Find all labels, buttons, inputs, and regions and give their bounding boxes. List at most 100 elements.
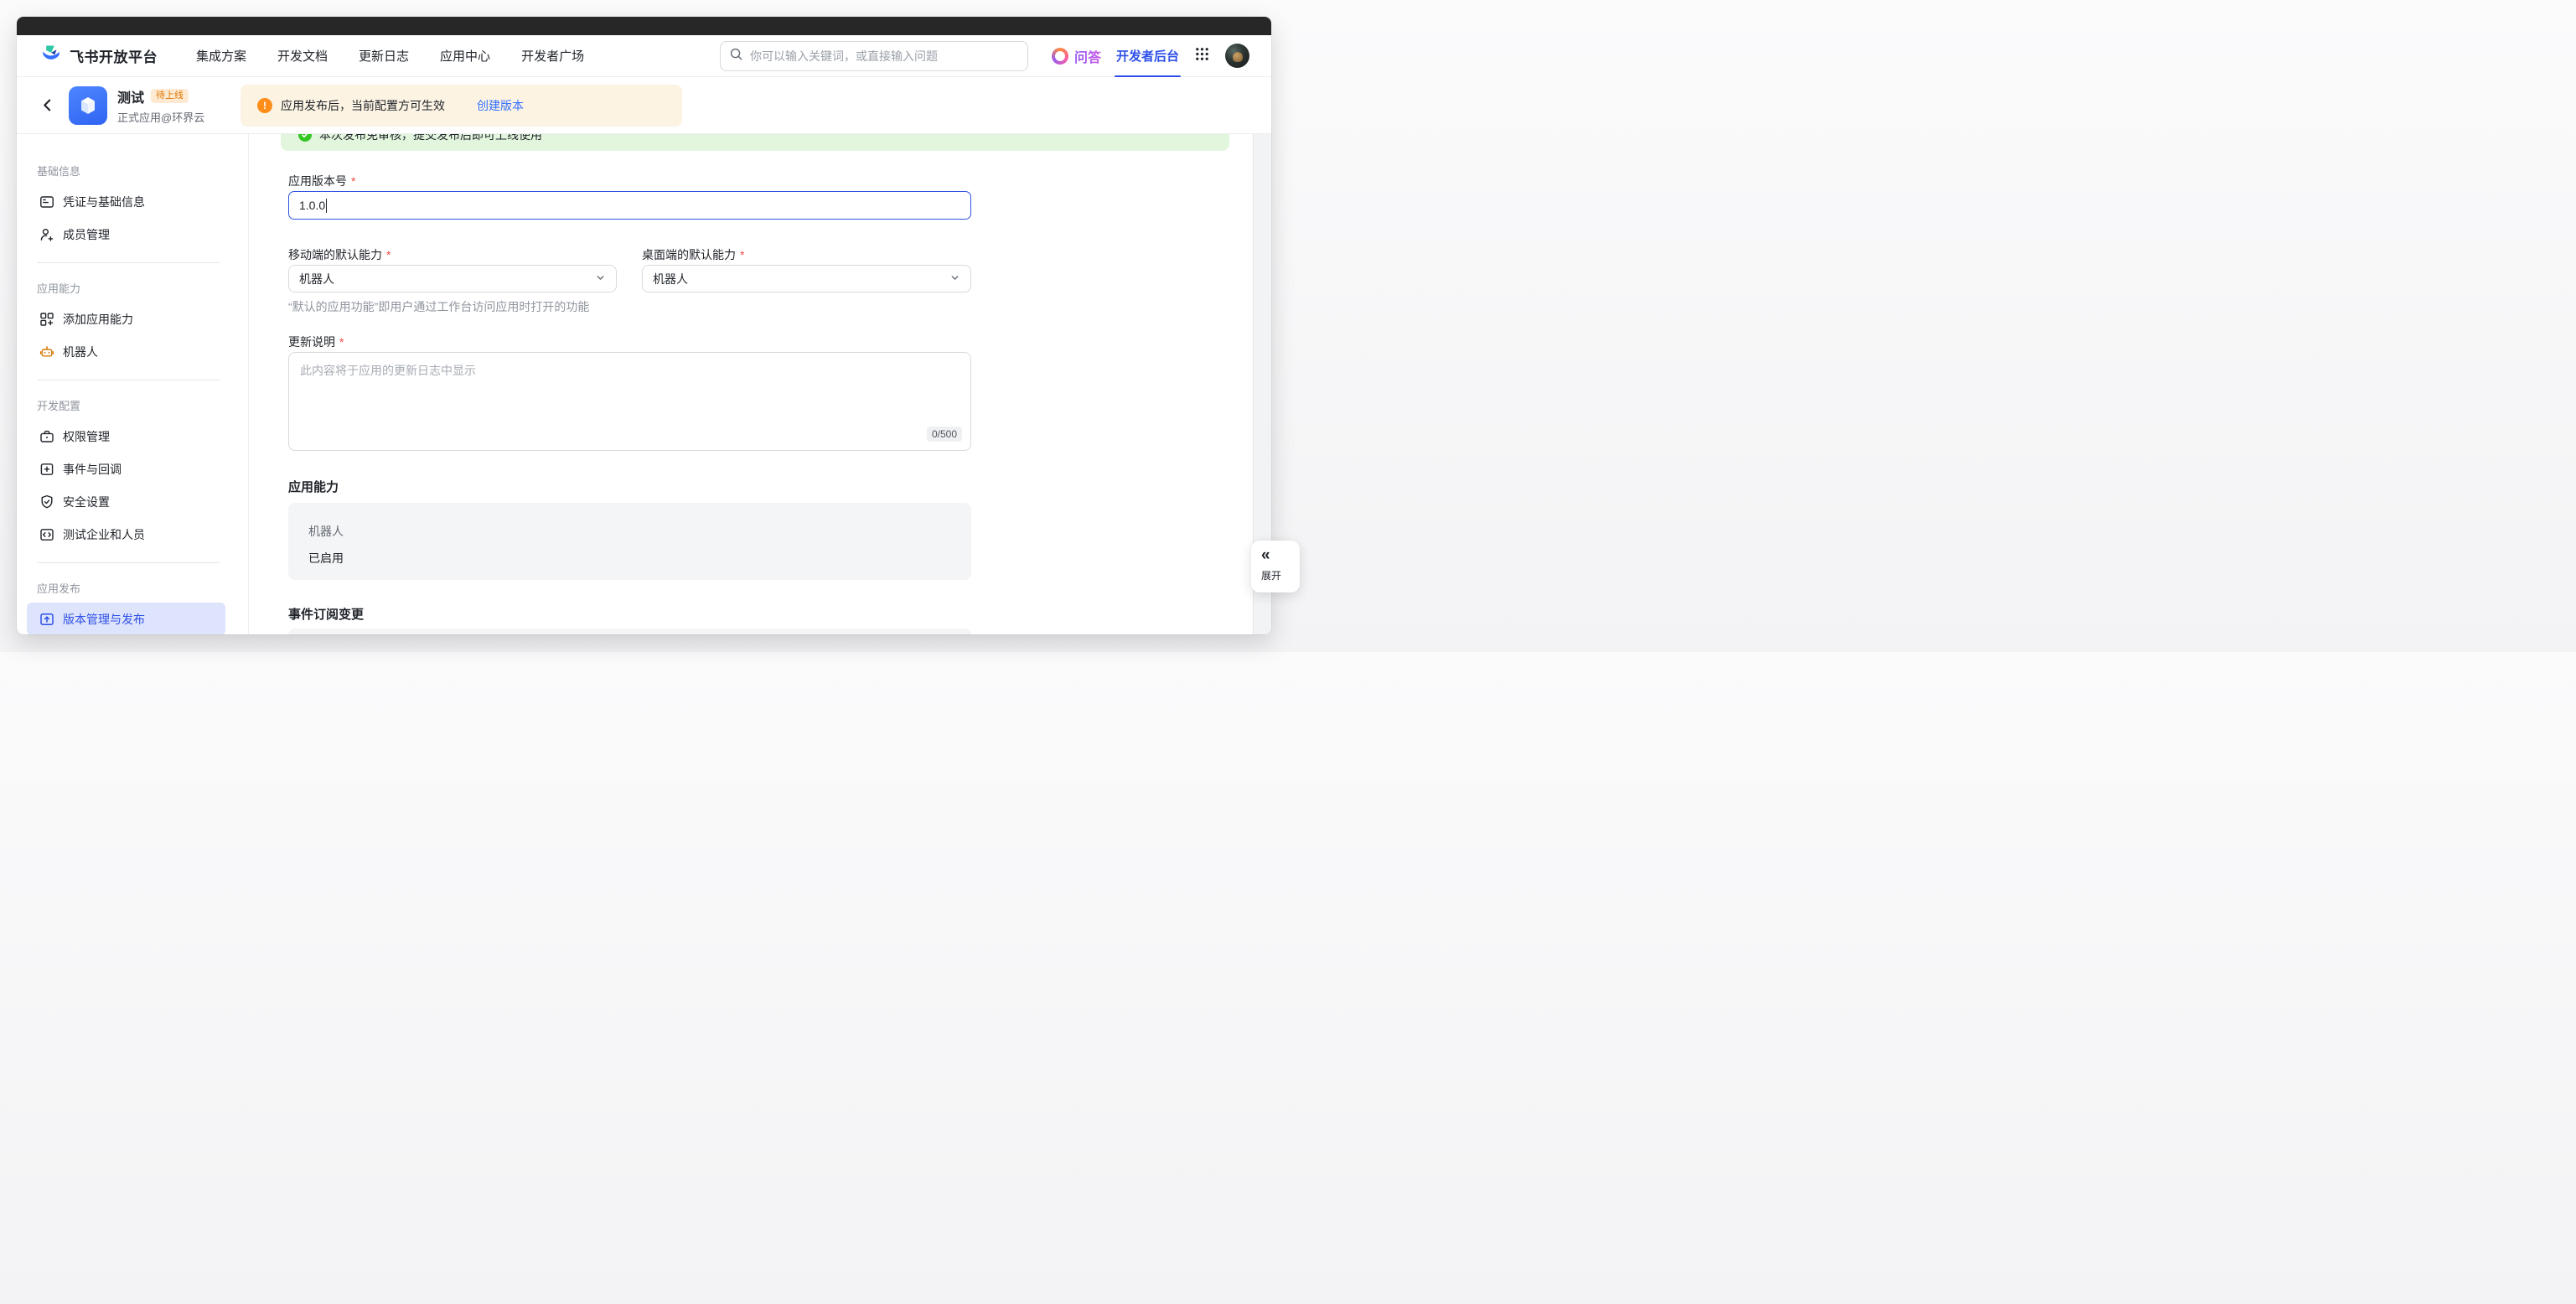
event-subscription-panel: [288, 629, 971, 634]
warning-icon: !: [257, 98, 272, 113]
success-banner: 本次发布免审核，提交发布后即可上线使用: [281, 134, 1229, 151]
text-caret: [326, 199, 327, 213]
sidebar-item-add-capability[interactable]: 添加应用能力: [27, 303, 225, 335]
brand-name: 飞书开放平台: [70, 45, 158, 66]
apps-grid-icon[interactable]: [1194, 46, 1210, 66]
sidebar-item-members[interactable]: 成员管理: [27, 218, 225, 251]
sidebar-item-label: 添加应用能力: [63, 311, 133, 328]
grid-add-icon: [39, 311, 55, 328]
mobile-capability-label: 移动端的默认能力: [288, 246, 382, 263]
capability-hint: “默认的应用功能”即用户通过工作台访问应用时打开的功能: [288, 298, 589, 315]
app-name: 测试: [117, 86, 144, 106]
sidebar-item-credentials[interactable]: 凭证与基础信息: [27, 185, 225, 218]
event-section-title: 事件订阅变更: [288, 605, 364, 623]
search-input[interactable]: 你可以输入关键词，或直接输入问题: [720, 41, 1028, 71]
briefcase-icon: [39, 428, 55, 445]
create-version-link[interactable]: 创建版本: [477, 97, 524, 114]
nav-item-app-center[interactable]: 应用中心: [440, 47, 490, 65]
version-input-value: 1.0.0: [299, 199, 325, 212]
version-field-label-row: 应用版本号 *: [288, 173, 971, 189]
sidebar-item-label: 权限管理: [63, 428, 110, 445]
sidebar-item-permissions[interactable]: 权限管理: [27, 420, 225, 453]
sidebar-section-capabilities: 应用能力: [37, 280, 248, 296]
expand-label: 展开: [1261, 568, 1281, 582]
sidebar-item-bot[interactable]: 机器人: [27, 335, 225, 368]
required-asterisk: *: [351, 174, 355, 188]
console-label: 开发者后台: [1116, 49, 1179, 64]
chevron-down-icon: [595, 272, 606, 286]
brand-logo[interactable]: 飞书开放平台: [40, 43, 158, 69]
window-titlebar: [17, 17, 1271, 35]
update-notes-placeholder: 此内容将于应用的更新日志中显示: [300, 362, 476, 379]
capability-summary-panel: 机器人 已启用: [288, 503, 971, 580]
nav-menu: 集成方案 开发文档 更新日志 应用中心 开发者广场: [196, 47, 584, 65]
qa-button[interactable]: 问答: [1052, 46, 1101, 66]
sidebar-item-test-org[interactable]: 测试企业和人员: [27, 518, 225, 551]
app-meta: 测试 待上线 正式应用@环界云: [117, 86, 204, 125]
update-notes-label: 更新说明: [288, 334, 335, 350]
nav-item-docs[interactable]: 开发文档: [277, 47, 328, 65]
nav-item-integration[interactable]: 集成方案: [196, 47, 246, 65]
required-asterisk: *: [339, 335, 344, 349]
mobile-capability-select[interactable]: 机器人: [288, 265, 617, 292]
sidebar-item-label: 安全设置: [63, 494, 110, 510]
status-badge: 待上线: [151, 89, 189, 103]
desktop-capability-value: 机器人: [653, 271, 688, 287]
qa-ring-icon: [1052, 48, 1068, 65]
check-circle-icon: [298, 134, 312, 142]
required-asterisk: *: [386, 248, 391, 261]
app-header: 测试 待上线 正式应用@环界云 ! 应用发布后，当前配置方可生效 创建版本: [17, 77, 1271, 134]
version-label: 应用版本号: [288, 173, 347, 189]
browser-window: 飞书开放平台 集成方案 开发文档 更新日志 应用中心 开发者广场 你可以输入关键…: [17, 17, 1271, 634]
sidebar-divider: [37, 562, 220, 563]
sidebar-section-basic-info: 基础信息: [37, 163, 248, 179]
sidebar-item-label: 版本管理与发布: [63, 611, 145, 628]
sidebar: 基础信息 凭证与基础信息 成员管理: [17, 134, 249, 634]
search-icon: [729, 47, 743, 65]
id-card-icon: [39, 194, 55, 210]
nav-item-changelog[interactable]: 更新日志: [359, 47, 409, 65]
top-navbar: 飞书开放平台 集成方案 开发文档 更新日志 应用中心 开发者广场 你可以输入关键…: [17, 35, 1271, 77]
square-plus-icon: [39, 461, 55, 478]
sidebar-item-version-release[interactable]: 版本管理与发布: [27, 603, 225, 634]
expand-sidebar-button[interactable]: « 展开: [1251, 541, 1300, 592]
sidebar-item-security[interactable]: 安全设置: [27, 485, 225, 518]
sidebar-item-label: 成员管理: [63, 226, 110, 243]
sidebar-item-label: 测试企业和人员: [63, 526, 145, 543]
back-button[interactable]: [35, 94, 59, 117]
robot-icon: [39, 344, 55, 360]
search-placeholder: 你可以输入关键词，或直接输入问题: [750, 48, 938, 65]
desktop-capability-select[interactable]: 机器人: [642, 265, 971, 292]
update-notes-label-row: 更新说明 *: [288, 334, 971, 350]
mobile-capability-value: 机器人: [299, 271, 334, 287]
warning-text: 应用发布后，当前配置方可生效: [281, 97, 445, 114]
nav-item-dev-marketplace[interactable]: 开发者广场: [521, 47, 584, 65]
update-notes-textarea[interactable]: 此内容将于应用的更新日志中显示 0/500: [288, 352, 971, 451]
capability-section-title: 应用能力: [288, 478, 339, 495]
tab-developer-console[interactable]: 开发者后台: [1116, 47, 1179, 65]
success-banner-text: 本次发布免审核，提交发布后即可上线使用: [319, 134, 542, 143]
sidebar-item-label: 凭证与基础信息: [63, 194, 145, 210]
sidebar-item-label: 事件与回调: [63, 461, 122, 478]
capability-item-name: 机器人: [308, 523, 344, 540]
sidebar-divider: [37, 262, 220, 263]
sidebar-section-dev-config: 开发配置: [37, 397, 248, 413]
sidebar-item-events[interactable]: 事件与回调: [27, 453, 225, 485]
sidebar-section-release: 应用发布: [37, 580, 248, 596]
content-area: 基础信息 凭证与基础信息 成员管理: [17, 134, 1271, 634]
user-avatar[interactable]: [1225, 44, 1249, 68]
required-asterisk: *: [740, 248, 744, 261]
qa-label: 问答: [1074, 46, 1101, 66]
main-panel: 本次发布免审核，提交发布后即可上线使用 应用版本号 * 1.0.0 移动端的默认…: [249, 134, 1271, 634]
capability-item-status: 已启用: [308, 550, 344, 567]
upload-square-icon: [39, 611, 55, 628]
publish-warning-banner: ! 应用发布后，当前配置方可生效 创建版本: [241, 85, 682, 127]
chevron-down-icon: [949, 272, 960, 286]
version-input[interactable]: 1.0.0: [288, 191, 971, 220]
char-counter: 0/500: [927, 427, 962, 442]
code-square-icon: [39, 526, 55, 543]
double-chevron-left-icon: «: [1261, 546, 1270, 565]
nav-right-group: 问答 开发者后台: [1052, 44, 1249, 68]
shield-check-icon: [39, 494, 55, 510]
app-subtitle: 正式应用@环界云: [117, 109, 204, 125]
